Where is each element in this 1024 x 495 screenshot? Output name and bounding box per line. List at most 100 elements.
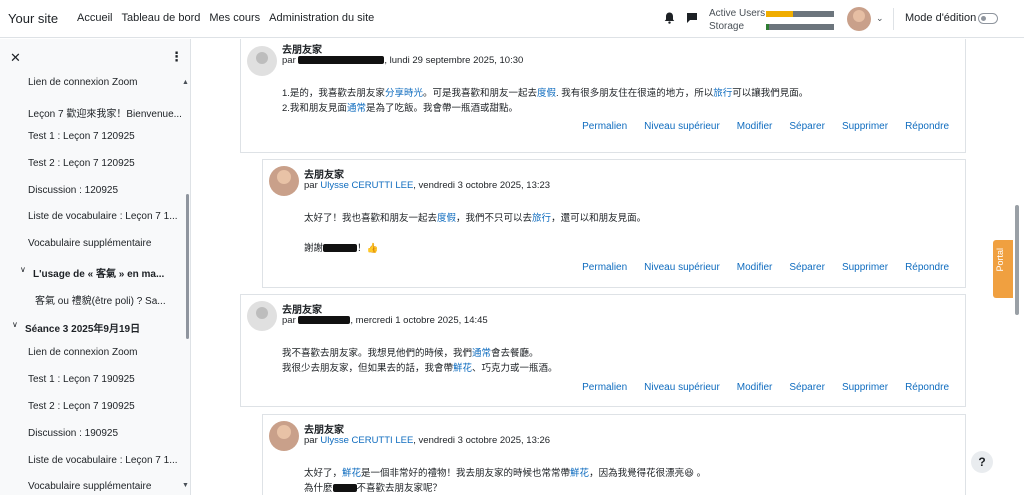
text: ！👍: [357, 243, 379, 254]
split-link[interactable]: Séparer: [789, 382, 825, 393]
post-subject: 去朋友家: [282, 305, 322, 316]
user-menu-chevron-down-icon[interactable]: ⌄: [876, 13, 884, 24]
delete-link[interactable]: Supprimer: [842, 262, 888, 273]
edit-link[interactable]: Modifier: [737, 121, 773, 132]
portal-label: Portal: [995, 248, 1005, 272]
drawer-item[interactable]: Leçon 7 歡迎來我家！Bienvenue...: [28, 105, 182, 120]
discussion-content: 去朋友家 par , lundi 29 septembre 2025, 10:3…: [192, 39, 1024, 495]
permalink-link[interactable]: Permalien: [582, 121, 627, 132]
storage-bar: [766, 24, 834, 30]
permalink-link[interactable]: Permalien: [582, 262, 627, 273]
delete-link[interactable]: Supprimer: [842, 382, 888, 393]
site-brand[interactable]: Your site: [8, 11, 58, 26]
nav-dashboard[interactable]: Tableau de bord: [121, 12, 200, 24]
page-scrollbar[interactable]: [1015, 205, 1019, 315]
permalink-link[interactable]: Permalien: [582, 382, 627, 393]
drawer-item[interactable]: Liste de vocabulaire : Leçon 7 1...: [28, 455, 178, 466]
drawer-section[interactable]: Séance 3 2025年9月19日: [25, 320, 140, 335]
text: ，我們不只可以去: [456, 213, 533, 224]
byline-prefix: par: [304, 435, 318, 446]
split-link[interactable]: Séparer: [789, 121, 825, 132]
post-byline: par Ulysse CERUTTI LEE, vendredi 3 octob…: [304, 180, 550, 191]
scroll-up-icon[interactable]: ▲: [182, 79, 189, 86]
scroll-down-icon[interactable]: ▼: [182, 482, 189, 489]
post-date: , vendredi 3 octobre 2025, 13:23: [413, 180, 551, 191]
post-subject: 去朋友家: [304, 425, 344, 436]
section-chevron-down-icon[interactable]: ∨: [12, 320, 18, 329]
nav-home[interactable]: Accueil: [77, 12, 112, 24]
drawer-item[interactable]: Liste de vocabulaire : Leçon 7 1...: [28, 211, 178, 222]
post-date: , mercredi 1 octobre 2025, 14:45: [350, 315, 488, 326]
highlighted-word: 分享時光: [384, 88, 423, 99]
text: 是為了吃飯。我會帶一瓶酒或甜點。: [365, 103, 518, 114]
user-avatar[interactable]: [847, 7, 871, 31]
redacted-name: [332, 484, 357, 493]
active-users-label: Active Users: [709, 8, 766, 19]
edit-mode-label: Mode d'édition: [905, 12, 977, 24]
close-drawer-icon[interactable]: ✕: [10, 50, 21, 66]
portal-side-tab[interactable]: Portal: [993, 240, 1013, 298]
drawer-options-kebab-icon[interactable]: ⋮: [170, 49, 183, 65]
parent-link[interactable]: Niveau supérieur: [644, 121, 720, 132]
post-body-line: 2.我和朋友見面通常是為了吃飯。我會帶一瓶酒或甜點。: [282, 100, 518, 114]
drawer-item[interactable]: Vocabulaire supplémentaire: [28, 481, 151, 492]
nav-my-courses[interactable]: Mes cours: [209, 12, 260, 24]
section-chevron-down-icon[interactable]: ∨: [20, 265, 26, 274]
text: 是一個非常好的禮物！我去朋友家的時候也常常帶: [361, 468, 571, 479]
primary-navigation: Accueil Tableau de bord Mes cours Admini…: [77, 12, 374, 24]
help-button[interactable]: ?: [971, 451, 993, 473]
byline-prefix: par: [282, 315, 296, 326]
post-actions: Permalien Niveau supérieur Modifier Sépa…: [565, 382, 949, 393]
nav-site-admin[interactable]: Administration du site: [269, 12, 374, 24]
post-body-line: 太好了！我也喜歡和朋友一起去度假，我們不只可以去旅行，還可以和朋友見面。: [304, 210, 646, 224]
split-link[interactable]: Séparer: [789, 262, 825, 273]
delete-link[interactable]: Supprimer: [842, 121, 888, 132]
drawer-item[interactable]: Test 1 : Leçon 7 120925: [28, 131, 135, 142]
edit-link[interactable]: Modifier: [737, 382, 773, 393]
post-author-avatar[interactable]: [269, 166, 299, 196]
post-author-avatar[interactable]: [269, 421, 299, 451]
text: ，因為我覺得花很漂亮😆 。: [589, 468, 707, 479]
redacted-author-name: [298, 316, 351, 325]
edit-mode-toggle[interactable]: [978, 13, 998, 24]
parent-link[interactable]: Niveau supérieur: [644, 262, 720, 273]
storage-bar-fill: [766, 24, 770, 30]
active-users-bar-fill: [766, 11, 794, 17]
drawer-header: ✕ ⋮: [0, 39, 190, 77]
text: ，還可以和朋友見面。: [551, 213, 647, 224]
redacted-author-name: [298, 56, 385, 65]
post-author-avatar[interactable]: [247, 301, 277, 331]
drawer-item[interactable]: Discussion : 190925: [28, 428, 118, 439]
drawer-subsection[interactable]: L'usage de « 客氣 » en ma...: [33, 265, 164, 280]
drawer-item[interactable]: Discussion : 120925: [28, 185, 118, 196]
byline-prefix: par: [282, 55, 296, 66]
post-body-line: 謝謝 ！👍: [304, 240, 378, 254]
parent-link[interactable]: Niveau supérieur: [644, 382, 720, 393]
drawer-item[interactable]: 客氣 ou 禮貌(être poli) ? Sa...: [35, 292, 166, 307]
text: 會去餐廳。: [491, 348, 539, 359]
drawer-scrollbar[interactable]: [186, 194, 189, 339]
drawer-item[interactable]: Test 2 : Leçon 7 120925: [28, 158, 135, 169]
text: 太好了，: [304, 468, 343, 479]
post-author-avatar[interactable]: [247, 46, 277, 76]
reply-link[interactable]: Répondre: [905, 382, 949, 393]
reply-link[interactable]: Répondre: [905, 262, 949, 273]
edit-link[interactable]: Modifier: [737, 262, 773, 273]
notifications-bell-icon[interactable]: [664, 12, 675, 24]
drawer-item[interactable]: Vocabulaire supplémentaire: [28, 238, 151, 249]
messages-icon[interactable]: [686, 12, 698, 24]
post-body-line: 1.是的，我喜歡去朋友家分享時光。可是我喜歡和朋友一起去度假. 我有很多朋友住在…: [282, 85, 808, 99]
post-byline: par , lundi 29 septembre 2025, 10:30: [282, 55, 523, 66]
storage-label: Storage: [709, 21, 745, 32]
highlighted-word: 度假: [536, 88, 556, 99]
text: 2.我和朋友見面: [282, 103, 347, 114]
reply-link[interactable]: Répondre: [905, 121, 949, 132]
drawer-item[interactable]: Test 1 : Leçon 7 190925: [28, 374, 135, 385]
drawer-item[interactable]: Test 2 : Leçon 7 190925: [28, 401, 135, 412]
text: 為什麼: [304, 483, 333, 494]
author-link[interactable]: Ulysse CERUTTI LEE: [320, 435, 413, 446]
drawer-item[interactable]: Lien de connexion Zoom: [28, 347, 138, 358]
byline-prefix: par: [304, 180, 318, 191]
author-link[interactable]: Ulysse CERUTTI LEE: [320, 180, 413, 191]
drawer-item[interactable]: Lien de connexion Zoom: [28, 77, 138, 88]
